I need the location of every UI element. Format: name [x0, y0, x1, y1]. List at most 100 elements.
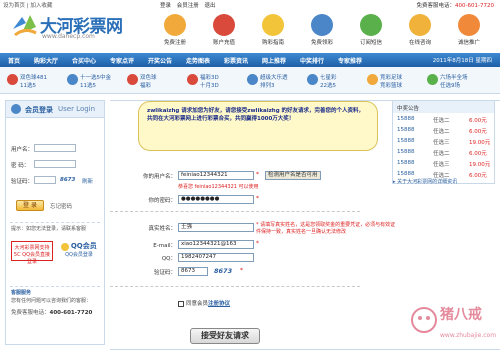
nav-expert[interactable]: 专家点评 — [110, 56, 134, 65]
qq-input[interactable]: 1982407247 — [178, 253, 254, 262]
lottery-ball-icon — [307, 74, 318, 85]
winner-id: 15888 — [397, 149, 415, 155]
bubble-text: zwlikaizhg 请求加您为好友，请您接受zwlikaizhg 的好友请求，… — [147, 108, 365, 122]
username-available-msg: 恭喜您 feiniao12344321 可以使用 — [178, 184, 259, 190]
nav-group-buy[interactable]: 合买中心 — [72, 56, 96, 65]
nav-recommend[interactable]: 网上推荐 — [262, 56, 286, 65]
check-username-button[interactable]: 检测用户名是否可用 — [265, 171, 321, 180]
winner-id: 15888 — [397, 138, 415, 144]
lottery-name: 福彩3D — [200, 75, 219, 81]
menu-recharge[interactable]: 账户充值 — [199, 11, 249, 53]
nav-expert-picks[interactable]: 专家推荐 — [338, 56, 362, 65]
lottery-name: 十一选5中金 — [80, 75, 111, 81]
menu-guide[interactable]: 购彩指南 — [248, 11, 298, 53]
nav-ranking[interactable]: 中奖排行 — [300, 56, 324, 65]
captcha-image: 8673 — [214, 267, 233, 275]
agree-checkbox[interactable] — [178, 300, 184, 307]
divider — [10, 286, 100, 287]
nav-charts[interactable]: 走势图表 — [186, 56, 210, 65]
top-links[interactable]: 设为首页 | 加入收藏 — [3, 1, 52, 9]
winner-amount: 6.00元 — [469, 129, 487, 135]
menu-consult[interactable]: 在线咨询 — [395, 11, 445, 53]
realname-label: 真实姓名： — [148, 226, 176, 232]
winner-type: 任选二 — [433, 151, 450, 157]
lottery-name: 双色球481 — [20, 75, 47, 81]
icon-menu: 免费注册 账户充值 购彩指南 免费领彩 订阅短信 在线咨询 诚信推广 — [150, 11, 495, 53]
register-link[interactable]: 会员注册 — [177, 3, 199, 9]
login-captcha-input[interactable] — [34, 176, 56, 184]
promote-icon — [458, 14, 480, 36]
accept-button-label: 接受好友请求 — [201, 331, 249, 340]
menu-promote[interactable]: 诚信推广 — [444, 11, 494, 53]
brand-url: www.dahecp.com — [42, 33, 95, 40]
winner-type: 任选二 — [433, 118, 450, 124]
login-button[interactable]: 登 录 — [16, 200, 44, 211]
lottery-item[interactable]: 六场半全场 任选9场 — [425, 71, 485, 91]
agreement-link[interactable]: 注册协议 — [208, 301, 230, 307]
lottery-item[interactable]: 双色球481 11选5 — [5, 71, 65, 91]
lottery-item[interactable]: 竞彩足球 竞彩篮球 — [365, 71, 425, 91]
sms-icon — [360, 14, 382, 36]
lottery-item[interactable]: 十一选5中金 11选5 — [65, 71, 125, 91]
chat-icon — [409, 14, 431, 36]
recharge-icon — [213, 14, 235, 36]
menu-register[interactable]: 免费注册 — [150, 11, 200, 53]
lottery-ball-icon — [247, 74, 258, 85]
nav-date: 2011年8月18日 星期四 — [432, 58, 492, 64]
lottery-ball-icon — [427, 74, 438, 85]
email-input[interactable]: xiao12344321@163 — [178, 240, 254, 249]
lottery-item[interactable]: 双色球 福彩 — [125, 71, 185, 91]
menu-sms[interactable]: 订阅短信 — [346, 11, 396, 53]
login-button-label: 登 录 — [23, 202, 37, 209]
divider — [10, 222, 100, 223]
lottery-item[interactable]: 福彩3D 十月3D — [185, 71, 245, 91]
menu-free-lottery[interactable]: 免费领彩 — [297, 11, 347, 53]
nav-news[interactable]: 彩票资讯 — [224, 56, 248, 65]
winner-id: 15888 — [397, 160, 415, 166]
winner-id: 15888 — [397, 171, 415, 177]
menu-label: 免费领彩 — [310, 40, 333, 46]
accept-friend-button[interactable]: 接受好友请求 — [190, 328, 260, 344]
guide-icon — [262, 14, 284, 36]
qq-member-login[interactable]: QQ会员 QQ会员登录 — [58, 241, 100, 261]
site-logo[interactable]: 大河彩票网 www.dahecp.com — [10, 9, 140, 49]
logout-link[interactable]: 退出 — [205, 3, 216, 9]
winners-more-link[interactable]: ▸ 关于大河彩票网的详细资讯 — [393, 178, 457, 185]
password-input[interactable]: ●●●●●●●● — [178, 195, 254, 204]
watermark-text: 猪八戒 — [440, 307, 482, 323]
nav-home[interactable]: 首页 — [8, 56, 20, 65]
winner-row: 15888 任选二 6.00元 — [393, 114, 494, 125]
menu-label: 账户充值 — [212, 40, 235, 46]
login-link[interactable]: 登录 — [160, 3, 171, 9]
lottery-sub: 十月3D — [200, 83, 219, 89]
hotline: 免费客服电话：400-601-7720 — [417, 1, 494, 9]
login-password-input[interactable] — [34, 160, 76, 168]
lottery-item[interactable]: 超级大乐透 排列3 — [245, 71, 305, 91]
nav-lottery-hall[interactable]: 购彩大厅 — [34, 56, 58, 65]
hotline-label: 免费客服电话： — [416, 3, 456, 9]
qq-label: QQ： — [161, 256, 176, 262]
main-nav: 首页 购彩大厅 合买中心 专家点评 开奖公告 走势图表 彩票资讯 网上推荐 中奖… — [0, 53, 500, 67]
partner-text: 大河彩票网支持5C QQ会员直接登录 — [13, 245, 51, 265]
realname-input[interactable]: 王强 — [178, 223, 254, 232]
username-input[interactable]: feiniao12344321 — [178, 171, 254, 180]
lottery-name: 七星彩 — [320, 75, 337, 81]
hotline-number: 400-601-7720 — [455, 3, 494, 9]
service-phone-label: 免费客服电话： — [11, 310, 50, 316]
qq-partner-login[interactable]: 大河彩票网支持5C QQ会员直接登录 — [11, 241, 53, 265]
forgot-password-link[interactable]: 忘记密码 — [50, 202, 72, 210]
lottery-sub: 排列3 — [260, 83, 275, 89]
divider — [110, 286, 360, 287]
nav-results[interactable]: 开奖公告 — [148, 56, 172, 65]
captcha-input[interactable]: 8673 — [178, 267, 208, 276]
lottery-ball-icon — [7, 74, 18, 85]
lottery-item[interactable]: 七星彩 22选5 — [305, 71, 365, 91]
lottery-name: 双色球 — [140, 75, 157, 81]
menu-label: 在线咨询 — [408, 40, 431, 46]
lottery-name: 竞彩足球 — [380, 75, 403, 81]
login-username-input[interactable] — [34, 144, 76, 152]
login-title-en: User Login — [58, 105, 96, 113]
refresh-link[interactable]: 刷新 — [82, 177, 93, 185]
watermark: 猪八戒 www.zhubajie.com — [410, 300, 496, 348]
winners-panel: 中奖公告 15888 任选二 6.00元 15888 任选二 6.00元 15888 任选… — [392, 100, 495, 184]
